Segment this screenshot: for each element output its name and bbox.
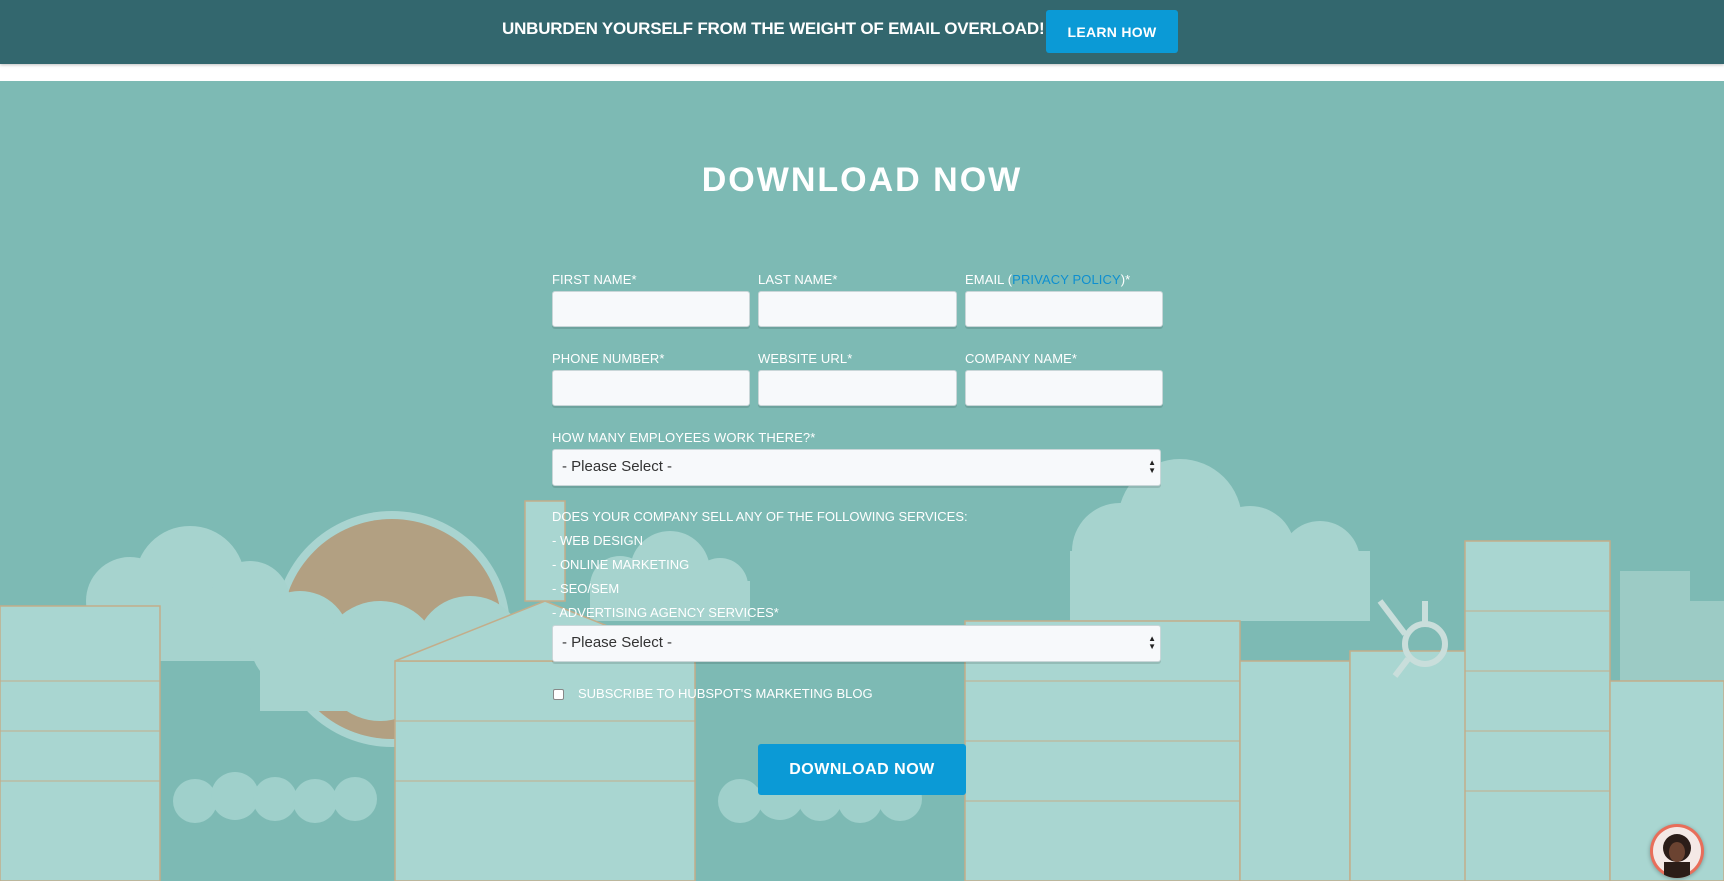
services-option-line: - ONLINE MARKETING <box>552 557 690 572</box>
first-name-label: FIRST NAME* <box>552 272 637 287</box>
website-label: WEBSITE URL* <box>758 351 853 366</box>
services-question: DOES YOUR COMPANY SELL ANY OF THE FOLLOW… <box>552 509 968 524</box>
subscribe-checkbox[interactable] <box>553 689 564 700</box>
select-arrows-icon: ▲ ▼ <box>1148 634 1156 651</box>
download-section: DOWNLOAD NOW FIRST NAME* LAST NAME* EMAI… <box>0 81 1724 881</box>
promo-banner: UNBURDEN YOURSELF FROM THE WEIGHT OF EMA… <box>0 0 1724 64</box>
form-title: DOWNLOAD NOW <box>701 161 1023 199</box>
last-name-input[interactable] <box>758 291 957 327</box>
banner-spacer <box>0 64 1724 81</box>
subscribe-label: SUBSCRIBE TO HUBSPOT'S MARKETING BLOG <box>578 686 873 701</box>
email-label: EMAIL (PRIVACY POLICY)* <box>965 272 1130 287</box>
email-input[interactable] <box>965 291 1163 327</box>
chat-avatar-icon[interactable] <box>1650 824 1704 878</box>
banner-text: UNBURDEN YOURSELF FROM THE WEIGHT OF EMA… <box>502 19 1045 38</box>
services-option-line: - WEB DESIGN <box>552 533 644 548</box>
services-option-line: - ADVERTISING AGENCY SERVICES* <box>552 605 779 620</box>
download-now-button[interactable]: DOWNLOAD NOW <box>758 744 966 795</box>
last-name-label: LAST NAME* <box>758 272 838 287</box>
chat-avatar-image <box>1653 827 1701 878</box>
services-select[interactable]: - Please Select - ▲ ▼ <box>552 625 1161 662</box>
phone-input[interactable] <box>552 370 750 406</box>
services-select-value: - Please Select - <box>562 634 673 651</box>
phone-label: PHONE NUMBER* <box>552 351 665 366</box>
employees-select-value: - Please Select - <box>562 458 673 475</box>
company-label: COMPANY NAME* <box>965 351 1078 366</box>
website-input[interactable] <box>758 370 957 406</box>
company-input[interactable] <box>965 370 1163 406</box>
privacy-policy-link[interactable]: PRIVACY POLICY <box>1012 272 1121 287</box>
services-option-line: - SEO/SEM <box>552 581 620 596</box>
first-name-input[interactable] <box>552 291 750 327</box>
select-arrows-icon: ▲ ▼ <box>1148 458 1156 475</box>
email-label-prefix: EMAIL ( <box>965 272 1013 287</box>
learn-how-button[interactable]: LEARN HOW <box>1046 10 1178 53</box>
employees-label: HOW MANY EMPLOYEES WORK THERE?* <box>552 430 816 445</box>
email-label-suffix: )* <box>1120 272 1131 287</box>
employees-select[interactable]: - Please Select - ▲ ▼ <box>552 449 1161 486</box>
